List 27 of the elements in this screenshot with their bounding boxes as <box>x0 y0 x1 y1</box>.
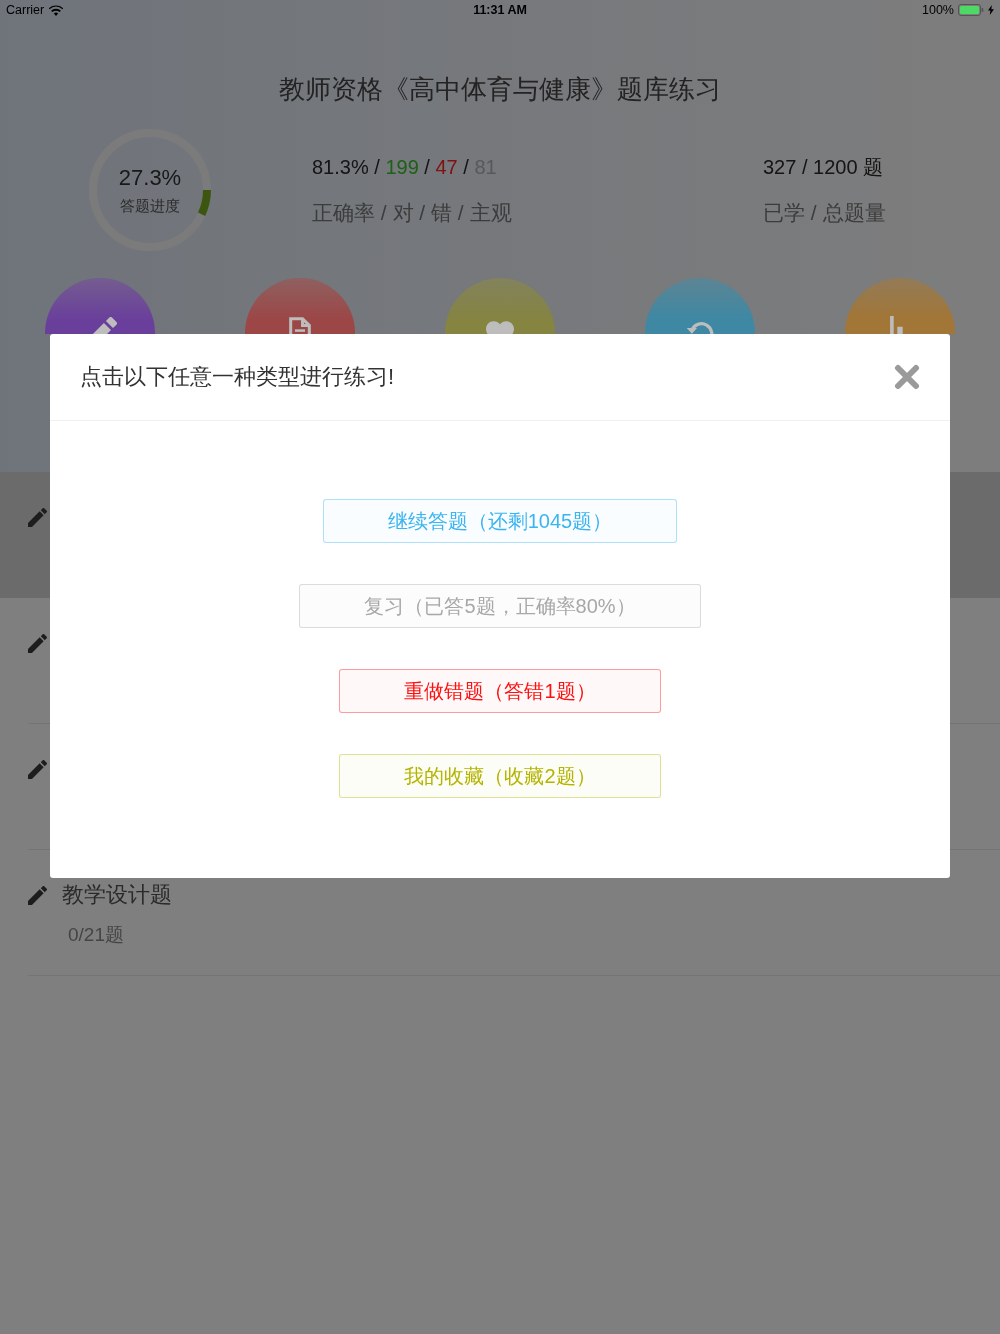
page-title: 教师资格《高中体育与健康》题库练习 <box>278 73 722 106</box>
pencil-icon <box>28 507 47 527</box>
practice-option-button[interactable]: 重做错题（答错1题） <box>339 669 661 713</box>
refresh-icon <box>686 319 714 334</box>
accuracy-legend: 正确率 / 对 / 错 / 主观 <box>312 199 763 227</box>
battery-percent: 100% <box>922 3 954 17</box>
wifi-icon <box>49 4 64 16</box>
carrier-label: Carrier <box>6 3 45 17</box>
status-time: 11:31 AM <box>473 3 527 17</box>
document-icon <box>289 317 311 334</box>
practice-option-button[interactable]: 复习（已答5题，正确率80%） <box>299 584 701 628</box>
pencil-icon <box>28 633 47 653</box>
progress-value: 27.3% <box>118 164 182 191</box>
close-icon[interactable] <box>894 364 920 390</box>
section-title: 教学设计题 <box>62 881 172 909</box>
studied-legend: 已学 / 总题量 <box>763 199 963 227</box>
heart-icon <box>486 321 514 334</box>
studied-count: 327 / 1200 题 <box>763 155 885 180</box>
pencil-icon <box>28 885 47 905</box>
battery-icon <box>958 4 984 16</box>
pencil-icon <box>28 759 47 779</box>
dialog-title: 点击以下任意一种类型进行练习! <box>80 363 395 391</box>
charging-bolt-icon <box>988 5 994 15</box>
progress-label: 答题进度 <box>120 195 180 216</box>
section-progress: 0/21题 <box>68 923 124 947</box>
practice-option-button[interactable]: 我的收藏（收藏2题） <box>339 754 661 798</box>
practice-option-button[interactable]: 继续答题（还剩1045题） <box>322 499 678 543</box>
